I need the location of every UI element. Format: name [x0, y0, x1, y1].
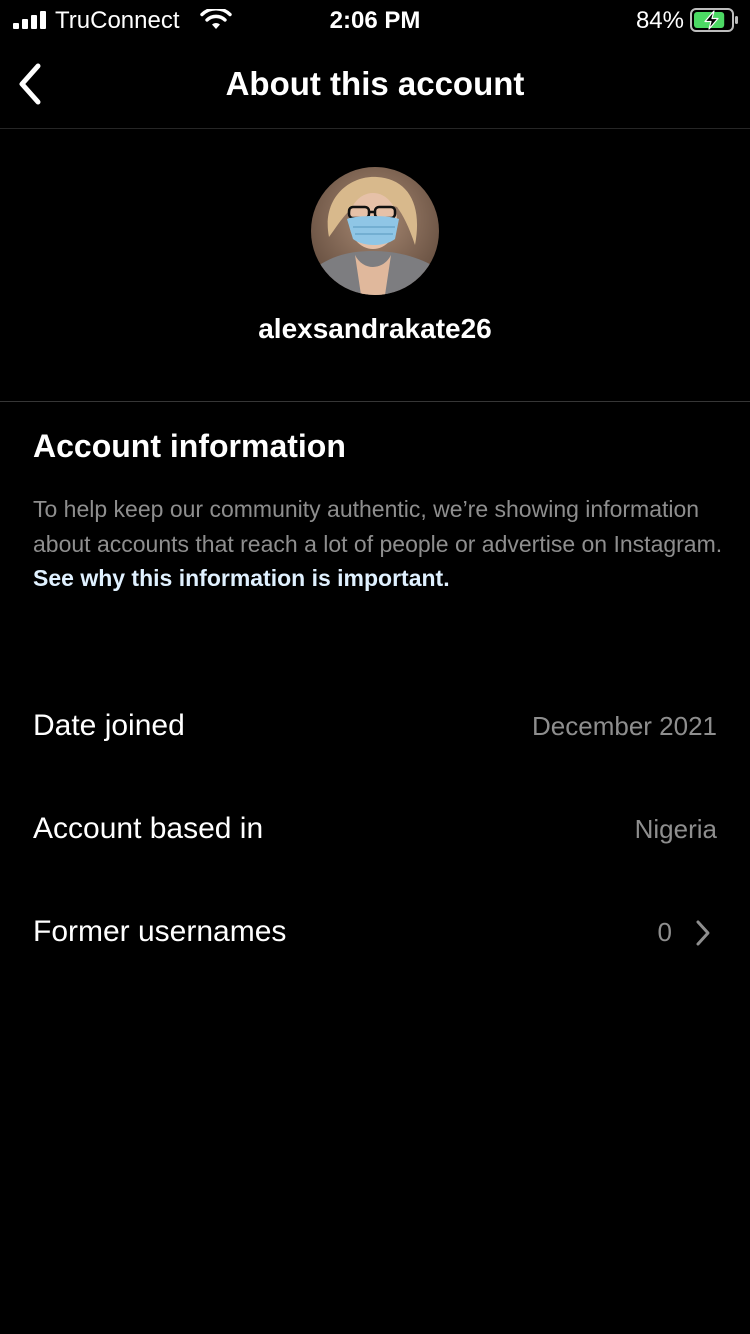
section-divider [0, 401, 750, 402]
battery-percentage: 84% [635, 7, 684, 34]
former-usernames-count: 0 [657, 917, 672, 947]
see-why-link[interactable]: See why this information is important. [33, 565, 450, 591]
username: alexsandrakate26 [258, 313, 492, 344]
header-divider [0, 128, 750, 129]
date-joined-label: Date joined [33, 709, 185, 742]
account-information-description: To help keep our community authentic, we… [33, 492, 723, 596]
avatar [311, 167, 439, 295]
date-joined-value: December 2021 [532, 711, 717, 741]
account-information-heading: Account information [33, 428, 346, 464]
chevron-right-icon [696, 920, 710, 946]
former-usernames-label: Former usernames [33, 915, 287, 948]
status-bar: TruConnect 2:06 PM 84% [0, 0, 750, 42]
account-based-in-row: Account based in Nigeria [0, 799, 750, 859]
account-based-in-label: Account based in [33, 812, 264, 845]
account-based-in-value: Nigeria [634, 814, 717, 844]
battery-charging-icon [690, 8, 738, 32]
former-usernames-row[interactable]: Former usernames 0 [0, 902, 750, 962]
description-text: To help keep our community authentic, we… [33, 496, 723, 557]
navigation-bar: About this account [0, 42, 750, 128]
page-title: About this account [225, 65, 525, 102]
date-joined-row: Date joined December 2021 [0, 696, 750, 756]
